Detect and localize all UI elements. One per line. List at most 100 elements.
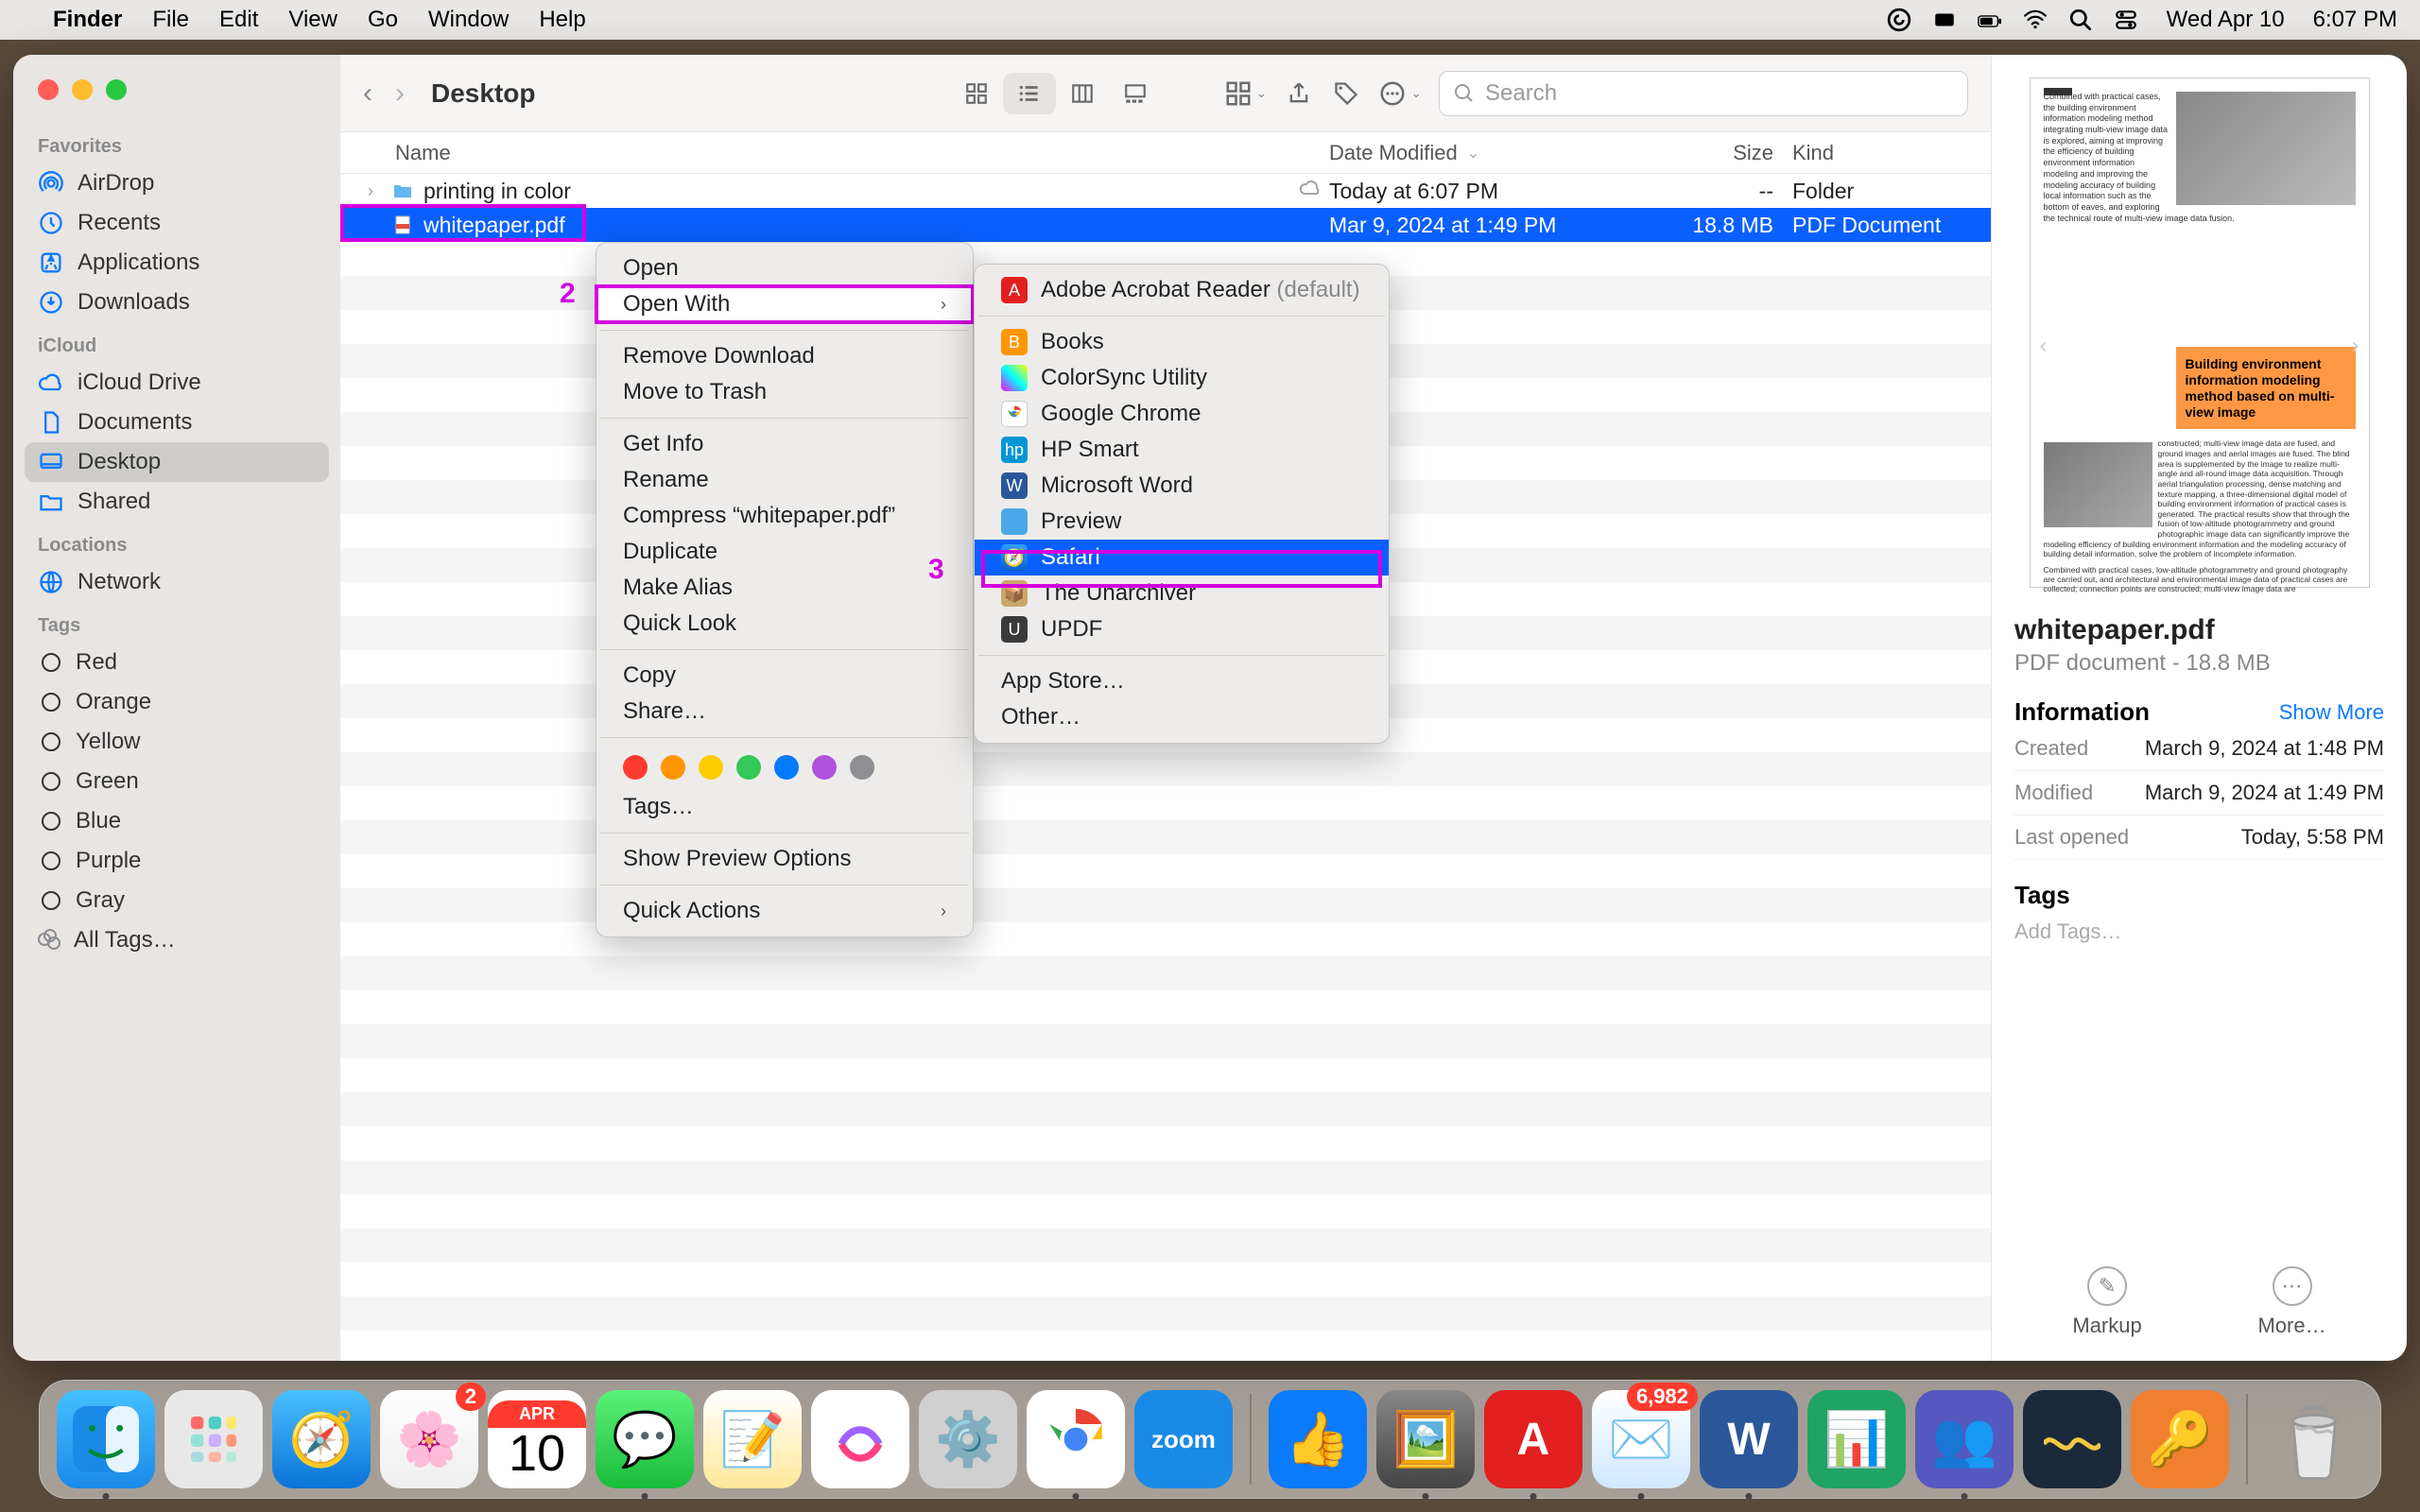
ow-colorsync[interactable]: ColorSync Utility	[975, 360, 1389, 396]
menu-edit[interactable]: Edit	[219, 7, 258, 33]
sidebar-tag-yellow[interactable]: Yellow	[25, 722, 329, 762]
dock-messages[interactable]: 💬	[596, 1390, 694, 1488]
menubar-time[interactable]: 6:07 PM	[2313, 7, 2397, 33]
dock-freeform[interactable]	[811, 1390, 909, 1488]
spotlight-icon[interactable]	[2068, 8, 2093, 32]
sidebar-downloads[interactable]: Downloads	[25, 283, 329, 322]
menu-go[interactable]: Go	[368, 7, 398, 33]
dock-word[interactable]: W	[1700, 1390, 1798, 1488]
col-size[interactable]: Size	[1651, 141, 1792, 165]
sidebar-tag-purple[interactable]: Purple	[25, 841, 329, 881]
ctx-duplicate[interactable]: Duplicate	[596, 534, 973, 570]
tags-button[interactable]	[1331, 78, 1361, 109]
sidebar-shared[interactable]: Shared	[25, 482, 329, 522]
ctx-remove-download[interactable]: Remove Download	[596, 338, 973, 374]
sidebar-recents[interactable]: Recents	[25, 203, 329, 243]
battery-icon[interactable]	[1978, 8, 2002, 32]
ow-word[interactable]: WMicrosoft Word	[975, 468, 1389, 504]
disclosure-triangle-icon[interactable]: ›	[359, 181, 382, 201]
share-button[interactable]	[1284, 78, 1314, 109]
dock-calendar[interactable]: APR10	[488, 1390, 586, 1488]
dock-teams[interactable]: 👥	[1915, 1390, 2014, 1488]
menubar-date[interactable]: Wed Apr 10	[2167, 7, 2285, 33]
dock-photos[interactable]: 🌸2	[380, 1390, 478, 1488]
dock-previewapp[interactable]: 🖼️	[1376, 1390, 1475, 1488]
dock-keychain[interactable]: 🔑	[2131, 1390, 2229, 1488]
sidebar-applications[interactable]: Applications	[25, 243, 329, 283]
sidebar-tag-red[interactable]: Red	[25, 643, 329, 682]
ow-chrome[interactable]: Google Chrome	[975, 396, 1389, 432]
column-view-button[interactable]	[1056, 73, 1109, 114]
icon-view-button[interactable]	[950, 73, 1003, 114]
control-center-icon[interactable]	[2114, 8, 2138, 32]
ow-other[interactable]: Other…	[975, 699, 1389, 735]
ctx-quick-actions[interactable]: Quick Actions›	[596, 893, 973, 929]
ctx-open-with[interactable]: Open With›	[596, 286, 973, 322]
ctx-quick-look[interactable]: Quick Look	[596, 606, 973, 642]
sidebar-icloud-drive[interactable]: iCloud Drive	[25, 363, 329, 403]
file-row-pdf[interactable]: whitepaper.pdf Mar 9, 2024 at 1:49 PM 18…	[340, 208, 1991, 242]
tag-color-orange[interactable]	[661, 755, 685, 780]
ow-app-store[interactable]: App Store…	[975, 663, 1389, 699]
forward-button[interactable]: ›	[395, 77, 405, 110]
close-button[interactable]	[38, 79, 59, 100]
dock-excel[interactable]: 📊	[1807, 1390, 1906, 1488]
ctx-move-to-trash[interactable]: Move to Trash	[596, 374, 973, 410]
sidebar-network[interactable]: Network	[25, 562, 329, 602]
ctx-rename[interactable]: Rename	[596, 462, 973, 498]
dock-acrobat[interactable]: A	[1484, 1390, 1582, 1488]
markup-action[interactable]: ✎Markup	[2072, 1266, 2141, 1338]
fullscreen-button[interactable]	[106, 79, 127, 100]
menu-extra-icon[interactable]	[1932, 8, 1957, 32]
ctx-copy[interactable]: Copy	[596, 658, 973, 694]
dock-launchpad[interactable]	[164, 1390, 263, 1488]
dock-mail[interactable]: ✉️6,982	[1592, 1390, 1690, 1488]
ctx-show-preview-options[interactable]: Show Preview Options	[596, 841, 973, 877]
tag-color-yellow[interactable]	[699, 755, 723, 780]
dock-trash[interactable]	[2265, 1390, 2363, 1488]
sidebar-tag-green[interactable]: Green	[25, 762, 329, 801]
menu-view[interactable]: View	[288, 7, 337, 33]
action-button[interactable]: ⌄	[1378, 79, 1422, 108]
menu-file[interactable]: File	[152, 7, 189, 33]
col-kind[interactable]: Kind	[1792, 141, 1991, 165]
tag-color-purple[interactable]	[812, 755, 837, 780]
ow-hpsmart[interactable]: hpHP Smart	[975, 432, 1389, 468]
minimize-button[interactable]	[72, 79, 93, 100]
ctx-get-info[interactable]: Get Info	[596, 426, 973, 462]
ow-unarchiver[interactable]: 📦The Unarchiver	[975, 576, 1389, 611]
back-button[interactable]: ‹	[363, 77, 372, 110]
dock-notes[interactable]: 📝	[703, 1390, 802, 1488]
ow-preview[interactable]: Preview	[975, 504, 1389, 540]
ow-acrobat[interactable]: AAdobe Acrobat Reader (default)	[975, 272, 1389, 308]
sidebar-tag-gray[interactable]: Gray	[25, 881, 329, 920]
sidebar-airdrop[interactable]: AirDrop	[25, 163, 329, 203]
add-tags-field[interactable]: Add Tags…	[2014, 919, 2384, 944]
group-by-button[interactable]: ⌄	[1224, 79, 1268, 108]
sidebar-desktop[interactable]: Desktop	[25, 442, 329, 482]
dock-chrome[interactable]	[1027, 1390, 1125, 1488]
ctx-share[interactable]: Share…	[596, 694, 973, 730]
ow-updf[interactable]: UUPDF	[975, 611, 1389, 647]
sidebar-documents[interactable]: Documents	[25, 403, 329, 442]
dock-safari[interactable]: 🧭	[272, 1390, 371, 1488]
ctx-make-alias[interactable]: Make Alias	[596, 570, 973, 606]
dock-zoom[interactable]: zoom	[1134, 1390, 1233, 1488]
sidebar-tag-orange[interactable]: Orange	[25, 682, 329, 722]
show-more-link[interactable]: Show More	[2279, 700, 2384, 725]
menu-window[interactable]: Window	[428, 7, 509, 33]
app-name[interactable]: Finder	[53, 7, 122, 33]
tag-color-blue[interactable]	[774, 755, 799, 780]
sidebar-all-tags[interactable]: All Tags…	[25, 920, 329, 960]
ow-books[interactable]: BBooks	[975, 324, 1389, 360]
dock-app1[interactable]	[2023, 1390, 2121, 1488]
wifi-icon[interactable]	[2023, 8, 2048, 32]
col-modified[interactable]: Date Modified⌄	[1329, 141, 1651, 165]
file-row-folder[interactable]: › printing in color Today at 6:07 PM -- …	[340, 174, 1991, 208]
grammarly-icon[interactable]	[1887, 8, 1911, 32]
more-action[interactable]: ⋯More…	[2257, 1266, 2325, 1338]
dock-finder[interactable]	[57, 1390, 155, 1488]
dock-settings[interactable]: ⚙️	[919, 1390, 1017, 1488]
sidebar-tag-blue[interactable]: Blue	[25, 801, 329, 841]
menu-help[interactable]: Help	[539, 7, 585, 33]
